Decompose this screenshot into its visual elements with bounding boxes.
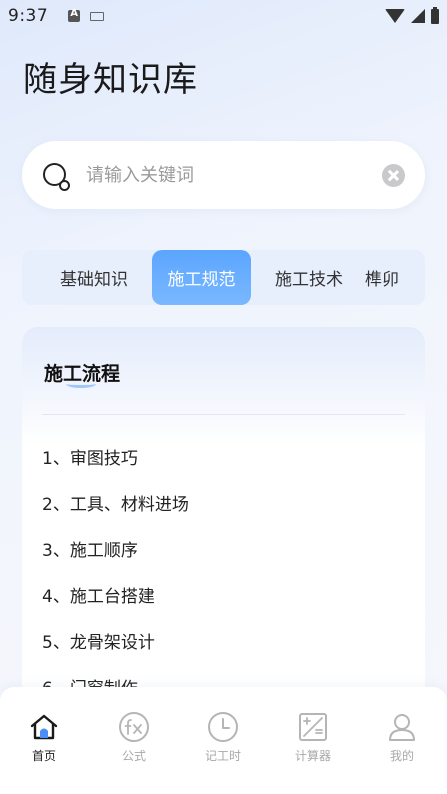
tab-construction-techniques[interactable]: 施工技术 bbox=[259, 250, 359, 305]
formula-icon bbox=[119, 712, 149, 742]
status-time: 9:37 bbox=[8, 6, 49, 26]
list-item[interactable]: 2、工具、材料进场 bbox=[42, 490, 189, 515]
nav-item-work-hours[interactable]: 记工时 bbox=[193, 711, 253, 764]
list-item[interactable]: 3、施工顺序 bbox=[42, 536, 138, 561]
divider bbox=[42, 414, 405, 415]
nav-item-formula[interactable]: 公式 bbox=[104, 711, 164, 764]
keyboard-icon bbox=[90, 11, 105, 21]
home-icon bbox=[30, 714, 58, 740]
status-bar: 9:37 bbox=[0, 0, 447, 32]
clear-icon[interactable] bbox=[382, 163, 405, 187]
signal-icon bbox=[411, 9, 425, 23]
search-icon bbox=[42, 162, 70, 191]
bottom-nav: 首页 公式 记工时 计算器 我的 bbox=[0, 687, 447, 794]
list-item[interactable]: 4、施工台搭建 bbox=[42, 582, 155, 607]
tab-construction-standards[interactable]: 施工规范 bbox=[152, 250, 251, 305]
notification-app-icon bbox=[68, 8, 81, 22]
list-item[interactable]: 1、审图技巧 bbox=[42, 444, 138, 469]
tab-mortise-tenon[interactable]: 榫卯 bbox=[365, 250, 425, 305]
user-icon bbox=[389, 714, 415, 741]
nav-item-profile[interactable]: 我的 bbox=[372, 711, 432, 764]
nav-label: 首页 bbox=[31, 749, 56, 763]
page-title: 随身知识库 bbox=[23, 60, 198, 100]
battery-icon bbox=[431, 6, 439, 24]
nav-label: 记工时 bbox=[204, 749, 241, 763]
category-tabs: 基础知识 施工规范 施工技术 榫卯 bbox=[22, 250, 425, 305]
calculator-icon bbox=[299, 713, 327, 741]
nav-label: 公式 bbox=[121, 749, 146, 763]
list-item[interactable]: 5、龙骨架设计 bbox=[42, 628, 155, 653]
tab-basic-knowledge[interactable]: 基础知识 bbox=[44, 250, 144, 305]
content-card: 施工流程 1、审图技巧 2、工具、材料进场 3、施工顺序 4、施工台搭建 5、龙… bbox=[22, 327, 425, 747]
title-accent-decoration bbox=[66, 380, 96, 388]
search-bar[interactable] bbox=[22, 141, 425, 209]
nav-item-calculator[interactable]: 计算器 bbox=[283, 711, 343, 764]
nav-item-home[interactable]: 首页 bbox=[14, 711, 74, 764]
nav-label: 我的 bbox=[389, 749, 414, 763]
clock-icon bbox=[208, 712, 238, 742]
nav-label: 计算器 bbox=[294, 749, 331, 763]
search-input[interactable] bbox=[86, 164, 382, 186]
wifi-icon bbox=[385, 9, 405, 23]
